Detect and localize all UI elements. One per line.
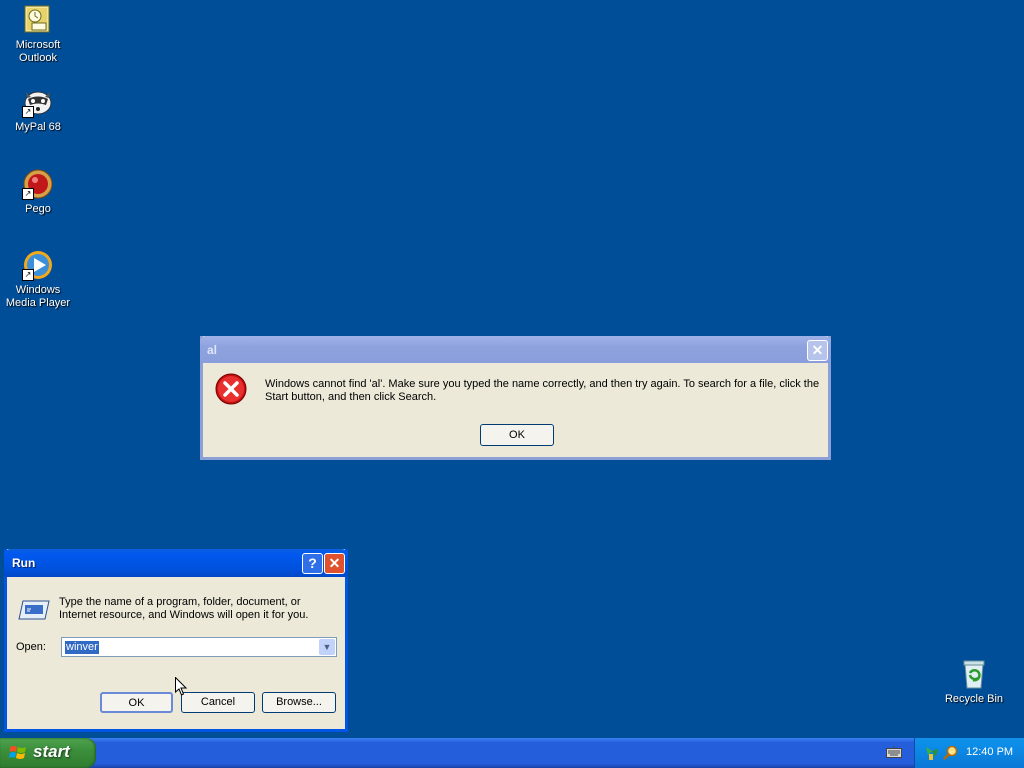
run-dialog-titlebar[interactable]: Run ? ✕ — [4, 549, 348, 577]
error-dialog-titlebar[interactable]: al ✕ — [200, 336, 831, 363]
desktop-icon-label: Recycle Bin — [944, 693, 1004, 705]
network-icon[interactable] — [924, 745, 940, 761]
desktop-icon-media-player[interactable]: ↗ Windows Media Player — [0, 249, 76, 310]
close-icon[interactable]: ✕ — [324, 553, 345, 574]
open-label: Open: — [16, 641, 46, 653]
run-dialog: Run ? ✕ Type the name of a program, fold… — [4, 549, 348, 732]
keyboard-icon[interactable] — [886, 746, 902, 759]
taskbar: start 12:40 PM — [0, 738, 1024, 768]
ok-button[interactable]: OK — [480, 424, 554, 446]
chevron-down-icon[interactable]: ▼ — [319, 639, 335, 655]
mypal-raccoon-icon: ↗ — [22, 86, 54, 118]
help-icon[interactable]: ? — [302, 553, 323, 574]
pego-red-orb-icon: ↗ — [22, 168, 54, 200]
shortcut-arrow-icon: ↗ — [22, 106, 34, 118]
run-description: Type the name of a program, folder, docu… — [59, 596, 309, 621]
open-input-value[interactable]: winver — [65, 641, 99, 654]
mouse-cursor-icon — [175, 676, 188, 696]
error-dialog: al ✕ Windows cannot find 'al'. Make sure… — [200, 336, 831, 460]
windows-flag-icon — [9, 744, 27, 762]
run-program-icon — [17, 597, 51, 623]
system-tray: 12:40 PM — [914, 738, 1024, 768]
clock[interactable]: 12:40 PM — [966, 746, 1013, 758]
desktop-icon-recycle-bin[interactable]: Recycle Bin — [936, 658, 1012, 706]
start-button[interactable]: start — [0, 738, 96, 768]
browse-button[interactable]: Browse... — [262, 692, 336, 713]
recycle-bin-icon — [958, 658, 990, 690]
cancel-button[interactable]: Cancel — [181, 692, 255, 713]
desktop-icon-label: Windows Media Player — [5, 284, 71, 309]
error-message: Windows cannot find 'al'. Make sure you … — [265, 378, 820, 403]
desktop-icon-pego[interactable]: ↗ Pego — [0, 168, 76, 216]
shortcut-arrow-icon: ↗ — [22, 188, 34, 200]
run-dialog-title: Run — [12, 556, 36, 570]
desktop-icon-outlook[interactable]: Microsoft Outlook — [0, 4, 76, 65]
desktop-icon-label: Pego — [25, 203, 51, 215]
outlook-icon — [22, 4, 54, 36]
media-player-icon: ↗ — [22, 249, 54, 281]
shortcut-arrow-icon: ↗ — [22, 269, 34, 281]
ok-button[interactable]: OK — [100, 692, 173, 713]
search-icon[interactable] — [942, 745, 958, 761]
desktop-icon-mypal[interactable]: ↗ MyPal 68 — [0, 86, 76, 134]
error-icon — [215, 373, 247, 405]
open-combobox[interactable]: winver ▼ — [61, 637, 337, 657]
desktop-icon-label: MyPal 68 — [15, 121, 61, 133]
desktop-icon-label: Microsoft Outlook — [15, 39, 61, 64]
close-icon[interactable]: ✕ — [807, 340, 828, 361]
start-label: start — [33, 742, 70, 761]
error-dialog-title: al — [207, 343, 218, 357]
